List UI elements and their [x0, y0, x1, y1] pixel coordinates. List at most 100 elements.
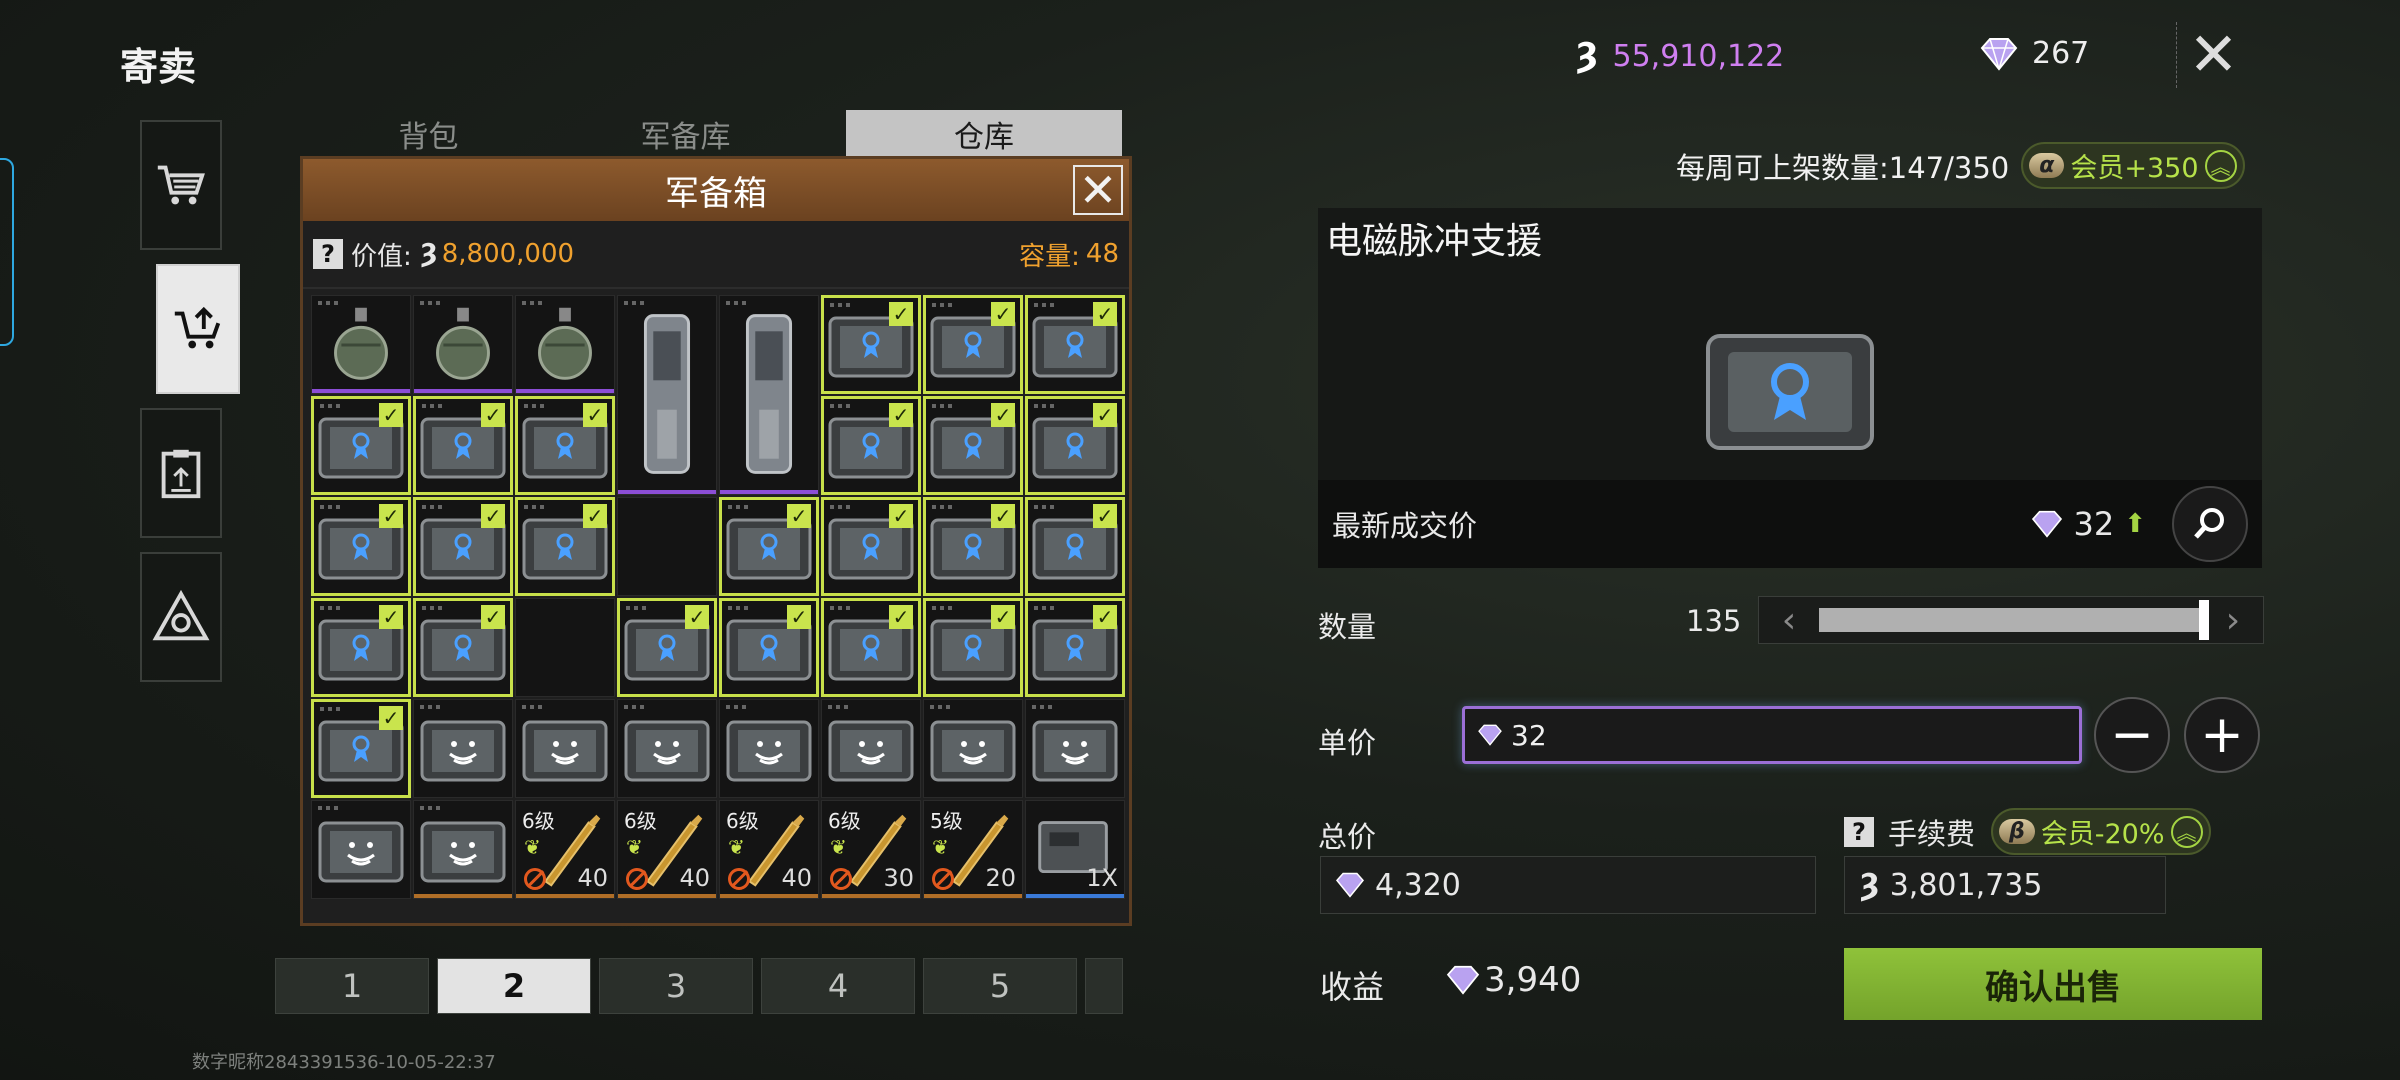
quantity-label: 数量: [1318, 610, 1377, 644]
rarity-dots: [1034, 606, 1058, 610]
vip-fee-badge[interactable]: β 会员-20% ︽: [1991, 808, 2211, 855]
rarity-dots: [728, 606, 752, 610]
inventory-slot[interactable]: [515, 295, 615, 394]
unit-price-label: 单价: [1318, 726, 1377, 760]
gem-icon: [2032, 510, 2063, 538]
inventory-slot[interactable]: [821, 699, 921, 798]
rarity-dots: [420, 301, 444, 305]
rarity-bar: [720, 490, 818, 494]
chevron-right-icon[interactable]: ›: [2203, 600, 2263, 641]
inventory-slot[interactable]: ✓: [719, 497, 819, 596]
inventory-slot[interactable]: ✓: [311, 396, 411, 495]
page-button[interactable]: 1: [275, 958, 429, 1014]
item-image: [1700, 326, 1880, 456]
inventory-slot[interactable]: [413, 295, 513, 394]
chevron-left-icon[interactable]: ‹: [1759, 600, 1819, 641]
rarity-dots: [320, 505, 344, 509]
checkmark-icon: ✓: [889, 605, 913, 629]
increase-price-button[interactable]: +: [2184, 697, 2260, 773]
inventory-slot[interactable]: ✓: [923, 295, 1023, 394]
inventory-slot[interactable]: [413, 699, 513, 798]
inventory-slot[interactable]: ✓: [413, 598, 513, 697]
inventory-slot[interactable]: 6级 ❦ 40: [515, 800, 615, 899]
coin-icon: Ȝ: [1859, 867, 1880, 903]
inventory-slot[interactable]: [311, 295, 411, 394]
canister-icon: [643, 314, 691, 474]
close-button[interactable]: ✕: [2176, 20, 2250, 90]
inventory-slot[interactable]: ✓: [719, 598, 819, 697]
inventory-slot[interactable]: [1025, 699, 1125, 798]
sidebar-buy-button[interactable]: [140, 120, 222, 250]
inventory-slot[interactable]: [923, 699, 1023, 798]
inventory-slot[interactable]: [719, 699, 819, 798]
inventory-slot[interactable]: ✓: [515, 497, 615, 596]
sidebar-triangle-button[interactable]: [140, 552, 222, 682]
inventory-slot[interactable]: 5级 ❦ 20: [923, 800, 1023, 899]
quantity-slider[interactable]: ‹ ›: [1758, 596, 2264, 644]
last-price-row: 最新成交价 32 ⬆: [1318, 480, 2262, 568]
inventory-slot[interactable]: [311, 800, 411, 899]
confirm-sell-button[interactable]: 确认出售: [1844, 948, 2262, 1020]
unit-price-input[interactable]: 32: [1462, 706, 2082, 764]
inventory-slot[interactable]: 6级 ❦ 40: [719, 800, 819, 899]
page-button[interactable]: 3: [599, 958, 753, 1014]
vip-bonus-text: 会员+350: [2070, 153, 2199, 184]
page-button[interactable]: 4: [761, 958, 915, 1014]
inventory-slot[interactable]: ✓: [311, 497, 411, 596]
inventory-slot[interactable]: ✓: [617, 598, 717, 697]
page-button[interactable]: 5: [923, 958, 1077, 1014]
help-icon[interactable]: ?: [1844, 816, 1874, 847]
tab-armory[interactable]: 军备库: [557, 110, 814, 158]
inventory-slot[interactable]: ✓: [923, 396, 1023, 495]
slider-thumb[interactable]: [2199, 600, 2209, 640]
inventory-slot[interactable]: ✓: [821, 295, 921, 394]
inventory-slot[interactable]: ✓: [923, 497, 1023, 596]
modal-close-button[interactable]: ✕: [1073, 165, 1123, 215]
slider-track[interactable]: [1819, 600, 2209, 640]
inventory-slot[interactable]: [617, 699, 717, 798]
edge-tab[interactable]: [0, 158, 14, 346]
inventory-slot[interactable]: ✓: [821, 598, 921, 697]
ban-icon: [728, 868, 750, 890]
checkmark-icon: ✓: [1093, 302, 1117, 326]
inventory-slot[interactable]: 6级 ❦ 40: [617, 800, 717, 899]
modal-title: 军备箱: [665, 173, 767, 214]
rarity-dots: [932, 303, 956, 307]
inventory-slot[interactable]: [719, 295, 819, 495]
inventory-slot[interactable]: ✓: [413, 396, 513, 495]
inventory-slot[interactable]: ✓: [821, 497, 921, 596]
rarity-dots: [524, 505, 548, 509]
inventory-slot[interactable]: ✓: [1025, 598, 1125, 697]
sidebar-sell-button[interactable]: [156, 264, 240, 394]
inventory-slot[interactable]: ✓: [311, 598, 411, 697]
smile-tablet-icon: [318, 821, 404, 882]
decrease-price-button[interactable]: −: [2094, 697, 2170, 773]
inventory-slot[interactable]: ✓: [1025, 396, 1125, 495]
inventory-slot[interactable]: ✓: [311, 699, 411, 798]
help-icon[interactable]: ?: [313, 239, 343, 269]
gem-icon: [1335, 872, 1365, 898]
vip-fee-text: 会员-20%: [2040, 819, 2165, 850]
inventory-slot[interactable]: [617, 295, 717, 495]
tab-warehouse[interactable]: 仓库: [846, 110, 1122, 158]
inventory-slot[interactable]: ✓: [515, 396, 615, 495]
tab-backpack[interactable]: 背包: [300, 110, 557, 158]
inventory-slot[interactable]: 1X: [1025, 800, 1125, 899]
inventory-slot[interactable]: [413, 800, 513, 899]
inventory-slot[interactable]: ✓: [923, 598, 1023, 697]
vip-bonus-badge[interactable]: α 会员+350 ︽: [2021, 142, 2245, 189]
inventory-slot[interactable]: ✓: [1025, 295, 1125, 394]
checkmark-icon: ✓: [1093, 504, 1117, 528]
inventory-slot[interactable]: [515, 699, 615, 798]
smile-tablet-icon: [828, 720, 914, 781]
last-price: 32 ⬆: [2031, 486, 2248, 562]
page-button-active[interactable]: 2: [437, 958, 591, 1014]
inventory-slot[interactable]: 6级 ❦ 30: [821, 800, 921, 899]
inventory-slot[interactable]: ✓: [413, 497, 513, 596]
sidebar-listings-button[interactable]: [140, 408, 222, 538]
rarity-dots: [930, 705, 954, 709]
inventory-slot[interactable]: ✓: [1025, 497, 1125, 596]
inventory-slot[interactable]: ✓: [821, 396, 921, 495]
page-button-partial[interactable]: [1085, 958, 1123, 1014]
search-button[interactable]: [2172, 486, 2248, 562]
